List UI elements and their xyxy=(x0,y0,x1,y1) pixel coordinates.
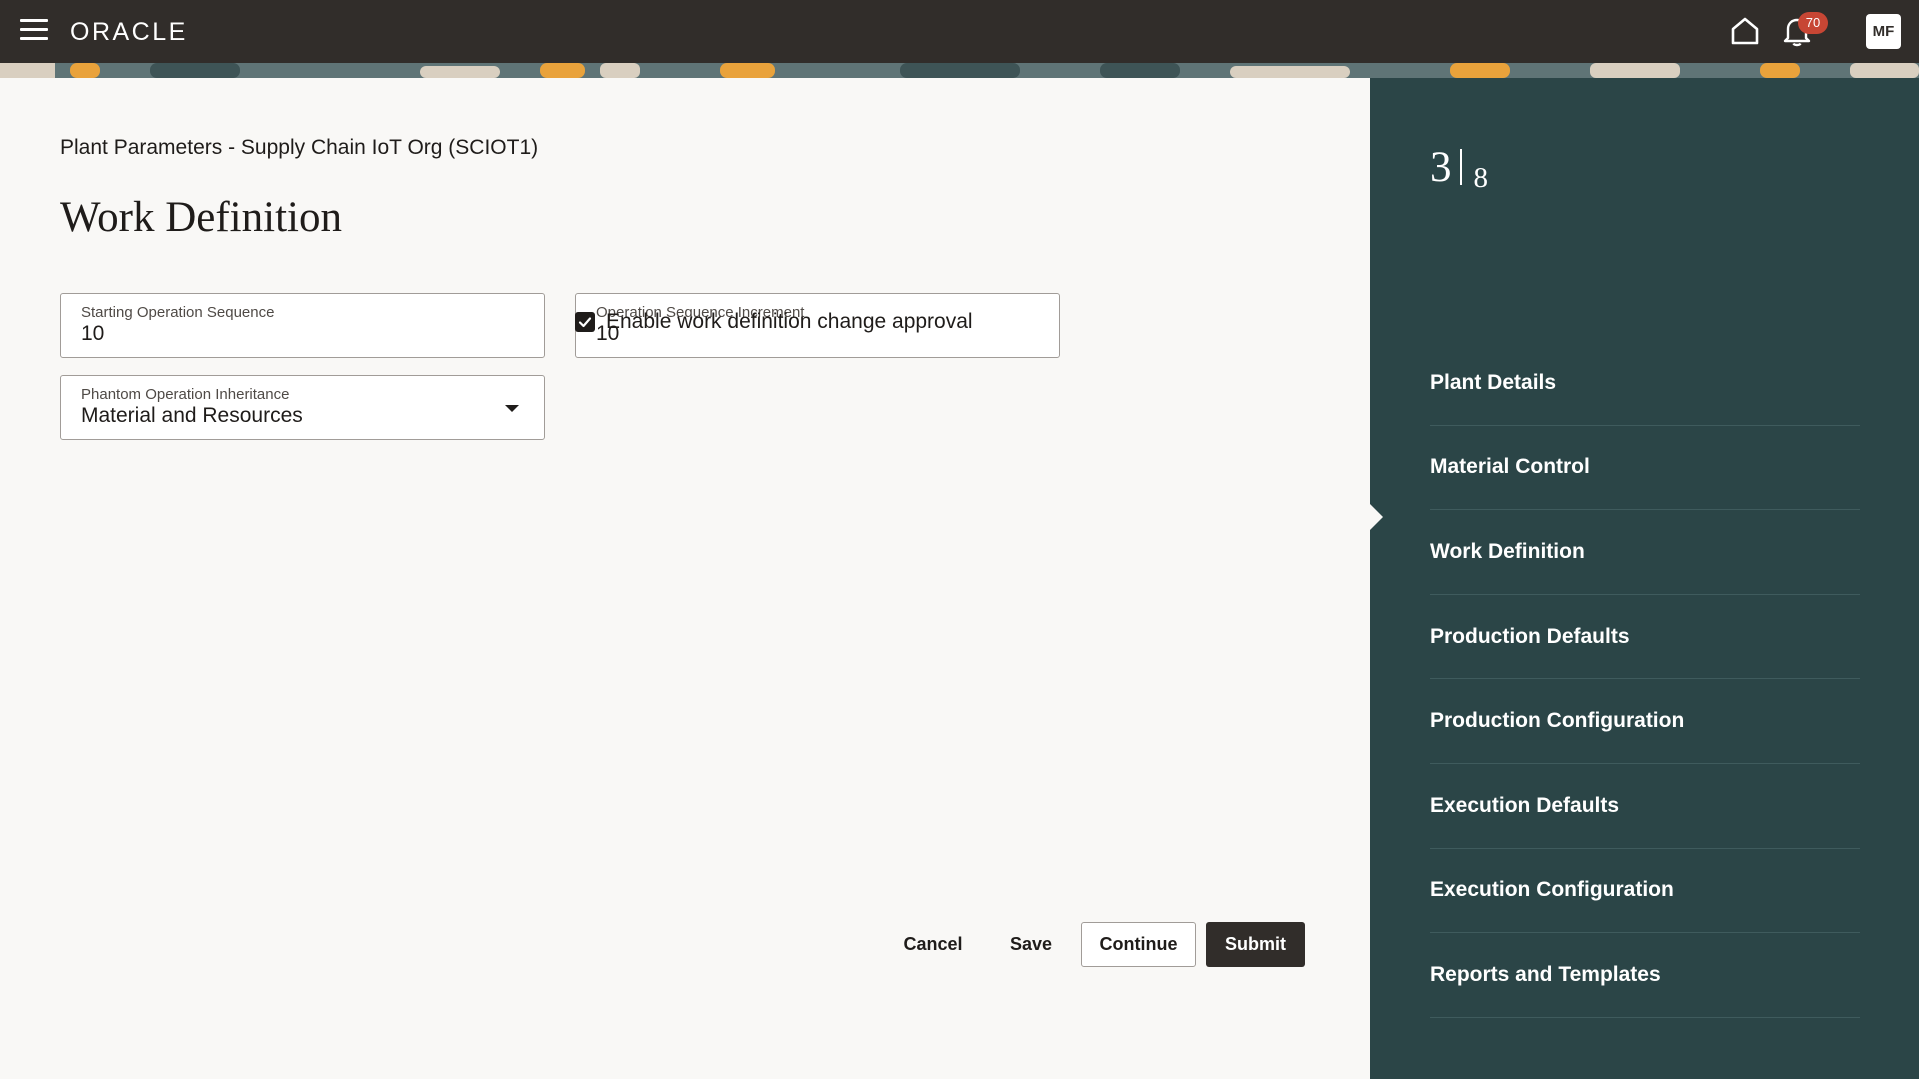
page-title: Work Definition xyxy=(60,194,342,241)
oracle-logo[interactable]: ORACLE xyxy=(70,18,188,47)
train-panel: 38 Plant Details Material Control Work D… xyxy=(1370,78,1919,1079)
current-step-number: 3 xyxy=(1430,144,1452,191)
global-header: ORACLE 70 MF xyxy=(0,0,1919,63)
hamburger-menu-icon[interactable] xyxy=(20,19,48,43)
field-label: Starting Operation Sequence xyxy=(81,304,275,321)
step-separator xyxy=(1459,149,1462,185)
train-step-material-control[interactable]: Material Control xyxy=(1430,426,1860,511)
home-icon[interactable] xyxy=(1728,14,1762,48)
current-step-pointer xyxy=(1370,504,1383,530)
notifications-button[interactable]: 70 xyxy=(1778,12,1828,52)
train-steps: Plant Details Material Control Work Defi… xyxy=(1430,341,1860,1018)
train-step-plant-details[interactable]: Plant Details xyxy=(1430,341,1860,426)
enable-approval-checkbox[interactable] xyxy=(575,312,595,332)
starting-operation-sequence-field[interactable]: Starting Operation Sequence 10 xyxy=(60,293,545,358)
train-step-execution-configuration[interactable]: Execution Configuration xyxy=(1430,849,1860,934)
save-button[interactable]: Save xyxy=(991,922,1071,967)
enable-approval-checkbox-row[interactable]: Enable work definition change approval xyxy=(575,307,973,337)
cancel-button[interactable]: Cancel xyxy=(888,922,978,967)
chevron-down-icon xyxy=(505,405,519,412)
decorative-banner xyxy=(0,63,1919,78)
phantom-operation-inheritance-select[interactable]: Phantom Operation Inheritance Material a… xyxy=(60,375,545,440)
train-step-execution-defaults[interactable]: Execution Defaults xyxy=(1430,764,1860,849)
total-step-number: 8 xyxy=(1473,162,1489,194)
checkmark-icon xyxy=(578,317,592,328)
field-label: Phantom Operation Inheritance xyxy=(81,386,290,403)
continue-button[interactable]: Continue xyxy=(1081,922,1196,967)
user-avatar[interactable]: MF xyxy=(1866,14,1901,49)
page-subtitle: Plant Parameters - Supply Chain IoT Org … xyxy=(60,136,539,159)
notification-count-badge: 70 xyxy=(1798,12,1828,34)
train-step-reports-and-templates[interactable]: Reports and Templates xyxy=(1430,933,1860,1018)
train-step-work-definition[interactable]: Work Definition xyxy=(1430,510,1860,595)
field-value: Material and Resources xyxy=(81,404,303,427)
train-step-production-defaults[interactable]: Production Defaults xyxy=(1430,595,1860,680)
enable-approval-label: Enable work definition change approval xyxy=(606,310,973,333)
train-step-production-configuration[interactable]: Production Configuration xyxy=(1430,679,1860,764)
field-value: 10 xyxy=(81,322,105,345)
step-counter: 38 xyxy=(1430,143,1488,195)
submit-button[interactable]: Submit xyxy=(1206,922,1305,967)
